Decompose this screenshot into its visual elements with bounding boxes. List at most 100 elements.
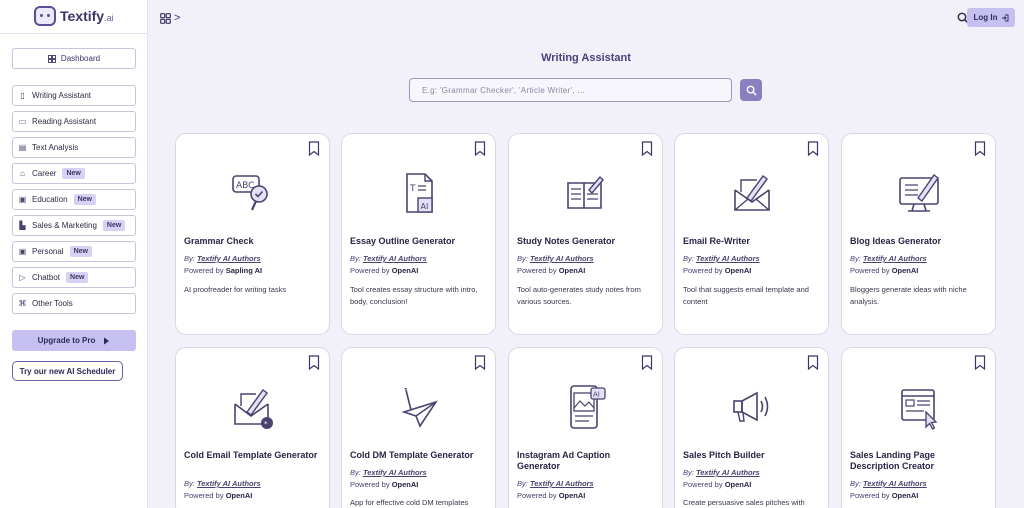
page-title: Writing Assistant [541,52,631,64]
sidebar-item-label: Reading Assistant [32,117,97,126]
card-provider: Powered by Sapling AI [184,266,263,275]
card-author: By: Textify AI Authors [517,479,594,488]
robot-logo-icon [34,6,56,26]
card-title: Email Re-Writer [683,236,750,246]
sidebar-item-label: Sales & Marketing [32,221,97,230]
sidebar-item-personal[interactable]: ▣ Personal New [12,241,136,262]
grid-icon [47,54,56,63]
sidebar-item-sales-marketing[interactable]: ▙ Sales & Marketing New [12,215,136,236]
author-link[interactable]: Textify AI Authors [863,254,927,263]
card-author: By: Textify AI Authors [517,254,594,263]
card-provider: Powered by OpenAI [350,266,419,275]
card-title: Cold DM Template Generator [350,450,474,460]
tool-card-essay-outline-generator[interactable]: T AI Essay Outline Generator By: Textify… [341,133,496,335]
arrow-right-icon [104,337,110,344]
card-title: Essay Outline Generator [350,236,456,246]
briefcase-icon: ⌂ [20,169,25,178]
card-description: Tool that suggests email template and co… [683,285,809,306]
landing-page-icon [900,389,937,430]
sidebar-item-text-analysis[interactable]: ▤ Text Analysis [12,137,136,158]
tool-card-study-notes-generator[interactable]: Study Notes Generator By: Textify AI Aut… [508,133,663,335]
card-title: Grammar Check [184,236,254,246]
ai-scheduler-button[interactable]: Try our new AI Scheduler [12,361,123,381]
login-label: Log In [973,13,998,22]
cold-email-icon: * [233,389,273,429]
study-notes-icon [566,175,604,209]
tool-card-sales-landing-page-description-creator[interactable]: Sales Landing Page Description Creator B… [841,347,996,508]
new-badge: New [102,220,126,231]
login-icon [1001,14,1008,21]
card-author: By: Textify AI Authors [850,479,927,488]
bookmark-icon[interactable] [974,355,986,370]
card-description: App for effective cold DM templates [350,498,469,507]
author-link[interactable]: Textify AI Authors [530,254,594,263]
bookmark-icon[interactable] [641,141,653,156]
bookmark-icon[interactable] [308,141,320,156]
svg-text:*: * [264,420,268,428]
card-description: Create persuasive sales pitches with [683,498,805,507]
card-provider: Powered by OpenAI [184,491,253,500]
tool-card-cold-email-template-generator[interactable]: * Cold Email Template Generator By: Text… [175,347,330,508]
author-link[interactable]: Textify AI Authors [363,254,427,263]
author-link[interactable]: Textify AI Authors [696,254,760,263]
sidebar-item-education[interactable]: ▣ Education New [12,189,136,210]
sidebar-item-writing-assistant[interactable]: ▯ Writing Assistant [12,85,136,106]
sidebar-item-label: Personal [32,247,64,256]
breadcrumb[interactable]: > [160,12,180,24]
bookmark-icon[interactable] [308,355,320,370]
sidebar-item-chatbot[interactable]: ▷ Chatbot New [12,267,136,288]
author-link[interactable]: Textify AI Authors [197,479,261,488]
tool-card-sales-pitch-builder[interactable]: Sales Pitch Builder By: Textify AI Autho… [674,347,829,508]
card-provider: Powered by OpenAI [350,480,419,489]
bookmark-icon[interactable] [807,141,819,156]
card-title: Sales Landing Page Description Creator [850,450,936,471]
upgrade-to-pro-button[interactable]: Upgrade to Pro [12,330,136,351]
card-author: By: Textify AI Authors [350,468,427,477]
sidebar-item-reading-assistant[interactable]: ▭ Reading Assistant [12,111,136,132]
divider [0,33,148,34]
card-author: By: Textify AI Authors [683,468,760,477]
dashboard-button[interactable]: Dashboard [12,48,136,69]
login-button[interactable]: Log In [967,8,1015,27]
search-placeholder: E.g: 'Grammar Checker', 'Article Writer'… [422,85,586,95]
bookmark-icon[interactable] [474,141,486,156]
card-title: Sales Pitch Builder [683,450,765,460]
author-link[interactable]: Textify AI Authors [197,254,261,263]
author-link[interactable]: Textify AI Authors [696,468,760,477]
grammar-check-icon: ABC [231,175,268,211]
card-title: Blog Ideas Generator [850,236,942,246]
brand-name: Textify.ai [60,8,114,24]
card-author: By: Textify AI Authors [350,254,427,263]
new-badge: New [62,168,85,179]
card-title: Instagram Ad Caption Generator [517,450,611,471]
tool-card-cold-dm-template-generator[interactable]: Cold DM Template Generator By: Textify A… [341,347,496,508]
tool-card-email-re-writer[interactable]: Email Re-Writer By: Textify AI Authors P… [674,133,829,335]
book-icon: ▭ [18,117,27,126]
text-icon: ▤ [18,143,27,152]
scheduler-label: Try our new AI Scheduler [19,366,116,376]
card-description: Tool auto-generates study notes from var… [517,285,641,306]
new-badge: New [69,246,92,257]
tool-card-instagram-ad-caption-generator[interactable]: AI Instagram Ad Caption Generator By: Te… [508,347,663,508]
bookmark-icon[interactable] [807,355,819,370]
bookmark-icon[interactable] [474,355,486,370]
sidebar-item-other-tools[interactable]: ⌘ Other Tools [12,293,136,314]
sales-icon: ▙ [19,221,26,230]
author-link[interactable]: Textify AI Authors [863,479,927,488]
card-author: By: Textify AI Authors [683,254,760,263]
author-link[interactable]: Textify AI Authors [363,468,427,477]
bookmark-icon[interactable] [641,355,653,370]
brand-logo[interactable]: Textify.ai [34,6,114,26]
education-icon: ▣ [18,195,27,204]
card-author: By: Textify AI Authors [184,254,261,263]
tool-card-blog-ideas-generator[interactable]: Blog Ideas Generator By: Textify AI Auth… [841,133,996,335]
card-provider: Powered by OpenAI [517,266,586,275]
bookmark-icon[interactable] [974,141,986,156]
author-link[interactable]: Textify AI Authors [530,479,594,488]
tool-card-grammar-check[interactable]: ABC Grammar Check By: Textify AI Authors… [175,133,330,335]
search-input[interactable]: E.g: 'Grammar Checker', 'Article Writer'… [409,78,732,102]
sidebar-item-career[interactable]: ⌂ Career New [12,163,136,184]
search-button[interactable] [740,79,762,101]
card-description: Tool creates essay structure with intro,… [350,285,478,306]
chat-icon: ▷ [19,273,26,282]
